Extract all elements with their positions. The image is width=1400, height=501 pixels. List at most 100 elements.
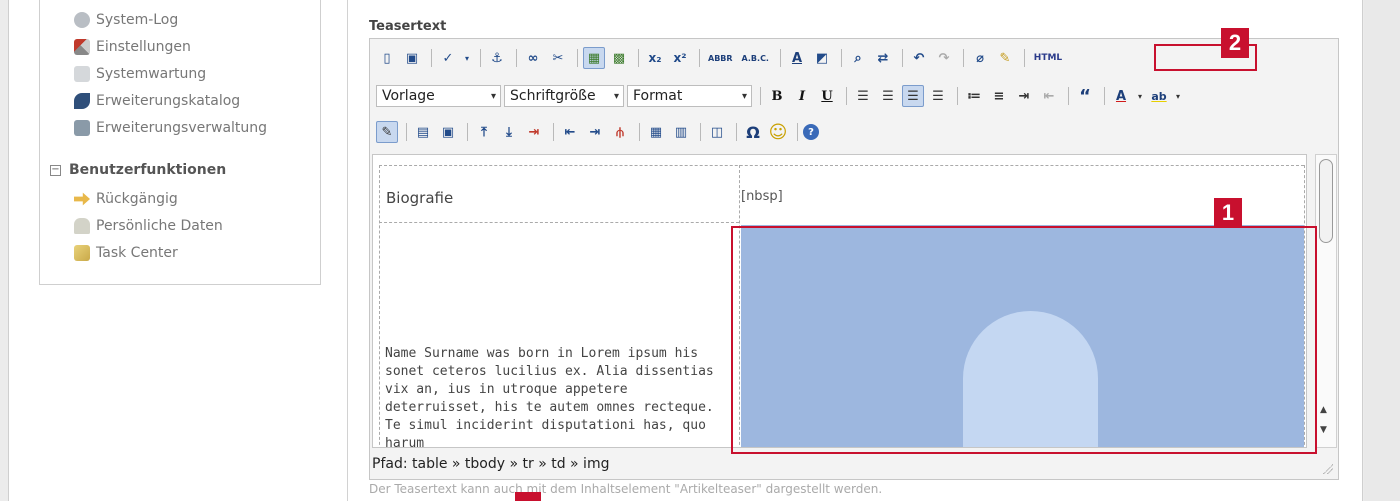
sidebar-item-label: Task Center — [96, 245, 178, 261]
superscript-button[interactable]: x² — [669, 47, 691, 69]
align-justify-icon[interactable]: ☰ — [927, 85, 949, 107]
subscript-button[interactable]: x₂ — [644, 47, 666, 69]
scroll-down-icon[interactable]: ▼ — [1320, 425, 1327, 435]
remove-format-icon[interactable]: ⌀ — [969, 47, 991, 69]
replace-icon[interactable]: ⇄ — [872, 47, 894, 69]
underline-button[interactable]: U — [816, 85, 838, 107]
acronym-button[interactable]: A.B.C. — [739, 47, 772, 69]
toolbar-separator — [1104, 87, 1105, 105]
toolbar-separator — [480, 49, 481, 67]
sidebar-item-system-log[interactable]: System-Log — [74, 10, 178, 30]
media-icon[interactable]: ▩ — [608, 47, 630, 69]
sidebar-item-rueckgaengig[interactable]: Rückgängig — [74, 189, 178, 209]
emoticon-button[interactable]: ☺ — [767, 121, 789, 143]
sidebar-item-systemwartung[interactable]: Systemwartung — [74, 64, 206, 84]
character-map-icon[interactable]: A — [786, 47, 808, 69]
redo-icon[interactable]: ↷ — [933, 47, 955, 69]
tools-icon — [74, 39, 90, 55]
html-source-button[interactable]: HTML — [1030, 47, 1066, 69]
split-cells-icon[interactable]: ▦ — [645, 121, 667, 143]
toolbar-row-2: Vorlage ▾ Schriftgröße ▾ Format ▾ B I U … — [376, 83, 1186, 109]
content-panel: System-Log Einstellungen Systemwartung E… — [8, 0, 1363, 501]
image-icon[interactable]: ▦ — [583, 47, 605, 69]
anchor-icon[interactable]: ⚓ — [486, 47, 508, 69]
toolbar-separator — [957, 87, 958, 105]
delete-row-icon[interactable]: ⇥ — [523, 121, 545, 143]
scrollbar-thumb[interactable] — [1319, 159, 1333, 243]
element-path-bar: Pfad: table » tbody » tr » td » img — [372, 450, 1337, 478]
link-icon[interactable]: ∞ — [522, 47, 544, 69]
toolbar-separator — [962, 49, 964, 67]
italic-button[interactable]: I — [791, 85, 813, 107]
insert-row-before-icon[interactable]: ⤒ — [473, 121, 495, 143]
sidebar-item-persoenliche-daten[interactable]: Persönliche Daten — [74, 216, 223, 236]
user-element-icon[interactable]: ◩ — [811, 47, 833, 69]
bold-button[interactable]: B — [766, 85, 788, 107]
find-icon[interactable]: ⌕ — [847, 47, 869, 69]
system-log-icon — [74, 12, 90, 28]
abbr-button[interactable]: ABBR — [705, 47, 736, 69]
font-color-button[interactable]: A — [1110, 85, 1132, 107]
content-paragraph: Name Surname was born in Lorem ipsum his… — [385, 346, 714, 448]
highlight-button[interactable]: ab — [1148, 85, 1170, 107]
outdent-icon[interactable]: ⇤ — [1038, 85, 1060, 107]
callout-badge-partial — [515, 492, 541, 501]
sidebar-item-label: System-Log — [96, 12, 179, 28]
format-select-value: Format — [633, 88, 683, 104]
merge-cells-icon[interactable]: ▥ — [670, 121, 692, 143]
help-icon[interactable]: ? — [803, 124, 819, 140]
sidebar-item-erweiterungskatalog[interactable]: Erweiterungskatalog — [74, 91, 240, 111]
field-label: Teasertext — [369, 19, 447, 34]
toolbar-separator — [797, 123, 798, 141]
toolbar-separator — [1068, 87, 1069, 105]
format-select[interactable]: Format ▾ — [627, 85, 752, 107]
numbered-list-icon[interactable]: ≡ — [988, 85, 1010, 107]
insert-col-after-icon[interactable]: ⇥ — [584, 121, 606, 143]
undo-icon[interactable]: ↶ — [908, 47, 930, 69]
align-right-icon[interactable]: ☰ — [902, 85, 924, 107]
visual-aid-icon[interactable]: ✎ — [376, 121, 398, 143]
delete-col-icon[interactable]: ⫛ — [609, 121, 631, 143]
resize-grip-icon[interactable] — [1323, 464, 1333, 474]
table-props-icon[interactable]: ◫ — [706, 121, 728, 143]
sidebar-item-label: Persönliche Daten — [96, 218, 223, 234]
sidebar-item-task-center[interactable]: Task Center — [74, 243, 178, 263]
field-hint: Der Teasertext kann auch mit dem Inhalts… — [369, 482, 883, 496]
font-size-select[interactable]: Schriftgröße ▾ — [504, 85, 624, 107]
insert-row-after-icon[interactable]: ⤓ — [498, 121, 520, 143]
scroll-up-icon[interactable]: ▲ — [1320, 405, 1327, 415]
unlink-icon[interactable]: ✂ — [547, 47, 569, 69]
content-heading: Biografie — [386, 189, 454, 207]
save-icon[interactable]: ▣ — [401, 47, 423, 69]
spellcheck-dropdown-icon[interactable]: ▾ — [462, 47, 472, 69]
cleanup-icon[interactable]: ✎ — [994, 47, 1016, 69]
toolbar-separator — [840, 49, 842, 67]
toolbar-separator — [736, 123, 737, 141]
bullet-list-icon[interactable]: ≔ — [963, 85, 985, 107]
sidebar-item-einstellungen[interactable]: Einstellungen — [74, 37, 191, 57]
font-color-dropdown-icon[interactable]: ▾ — [1135, 85, 1145, 107]
editor-scrollbar[interactable]: ▲ ▼ — [1315, 154, 1337, 448]
table-cell-props-icon[interactable]: ▣ — [437, 121, 459, 143]
blockquote-button[interactable]: “ — [1074, 85, 1096, 107]
align-left-icon[interactable]: ☰ — [852, 85, 874, 107]
table-row-props-icon[interactable]: ▤ — [412, 121, 434, 143]
sidebar-item-erweiterungsverwaltung[interactable]: Erweiterungsverwaltung — [74, 118, 267, 138]
collapse-toggle-icon[interactable]: − — [50, 164, 61, 176]
section-benutzerfunktionen[interactable]: − Benutzerfunktionen — [50, 160, 226, 180]
indent-icon[interactable]: ⇥ — [1013, 85, 1035, 107]
element-path: Pfad: table » tbody » tr » td » img — [372, 456, 610, 472]
spellcheck-icon[interactable]: ✓ — [437, 47, 459, 69]
chevron-down-icon: ▾ — [613, 90, 619, 102]
toolbar-separator — [516, 49, 517, 67]
highlight-dropdown-icon[interactable]: ▾ — [1173, 85, 1183, 107]
new-document-icon[interactable]: ▯ — [376, 47, 398, 69]
align-center-icon[interactable]: ☰ — [877, 85, 899, 107]
chevron-down-icon: ▾ — [741, 90, 747, 102]
toolbar-separator — [846, 87, 847, 105]
insert-col-before-icon[interactable]: ⇤ — [559, 121, 581, 143]
toolbar-row-3: ✎ ▤ ▣ ⤒ ⤓ ⇥ ⇤ ⇥ ⫛ ▦ ▥ ◫ Ω ☺ ? — [376, 119, 822, 145]
sidebar-item-label: Erweiterungskatalog — [96, 93, 241, 109]
style-select[interactable]: Vorlage ▾ — [376, 85, 501, 107]
special-char-button[interactable]: Ω — [742, 121, 764, 143]
